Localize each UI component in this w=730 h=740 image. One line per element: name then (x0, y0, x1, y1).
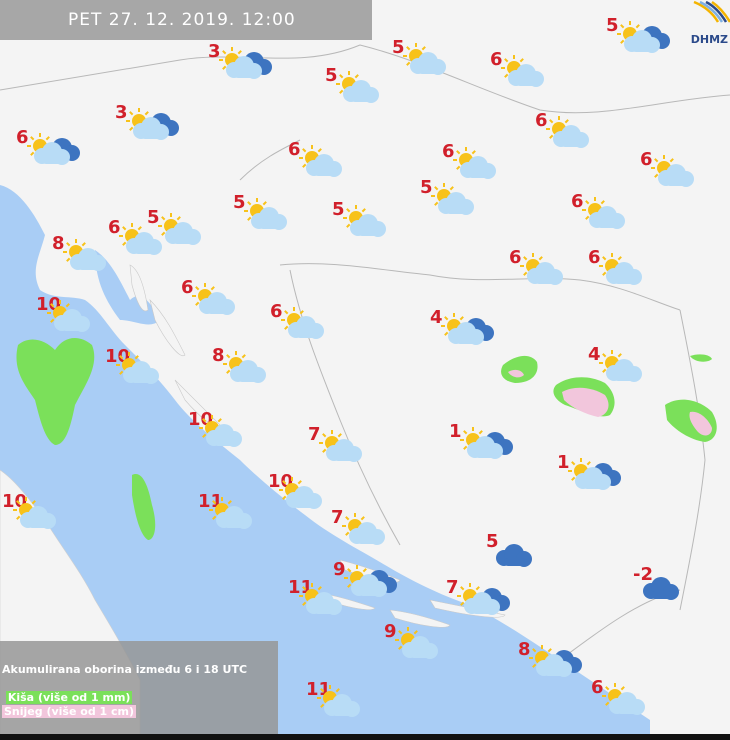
weather-icon (158, 213, 201, 245)
weather-icon (599, 350, 642, 382)
bottom-strip (0, 734, 730, 740)
weather-station: 7 (446, 578, 526, 618)
precipitation-legend: Akumulirana oborina između 6 i 18 UTC Ki… (0, 641, 278, 740)
weather-icon (223, 351, 266, 383)
legend-title: Akumulirana oborina između 6 i 18 UTC (2, 663, 248, 676)
weather-station: 10 (2, 492, 82, 532)
weather-icon (431, 183, 474, 215)
weather-station: 10 (36, 295, 116, 335)
weather-station: 5 (325, 66, 405, 106)
weather-station: 10 (105, 347, 185, 387)
weather-station: 8 (212, 346, 292, 386)
weather-icon (599, 253, 642, 285)
weather-station: 6 (490, 50, 570, 90)
weather-icon (126, 108, 179, 140)
weather-icon (209, 497, 252, 529)
weather-station: 5 (606, 16, 686, 56)
weather-icon (47, 300, 90, 332)
weather-station: 1 (449, 422, 529, 462)
legend-rain-label: Kiša (više od 1 mm) (5, 691, 133, 704)
weather-icon (582, 197, 625, 229)
weather-station: 8 (518, 640, 598, 680)
dhmz-logo-icon (693, 0, 730, 23)
weather-station: 5 (420, 178, 500, 218)
weather-station: 6 (442, 142, 522, 182)
weather-icon (279, 477, 322, 509)
weather-station: 3 (208, 42, 288, 82)
weather-icon (244, 198, 287, 230)
weather-icon (63, 239, 106, 271)
weather-icon (441, 313, 494, 345)
legend-snow-label: Snijeg (više od 1 cm) (2, 705, 137, 718)
weather-station: 9 (384, 622, 464, 662)
weather-station: 6 (640, 150, 720, 190)
weather-icon (299, 583, 342, 615)
weather-station: 5 (147, 208, 227, 248)
weather-icon (219, 47, 272, 79)
dhmz-logo: DHMZ (686, 0, 730, 52)
weather-station: 5 (486, 532, 566, 572)
weather-icon (395, 627, 438, 659)
weather-icon (192, 283, 235, 315)
weather-station: 6 (571, 192, 651, 232)
weather-icon (317, 685, 360, 717)
weather-station: 1 (557, 453, 637, 493)
weather-station: 5 (233, 193, 313, 233)
dhmz-logo-text: DHMZ (690, 33, 728, 46)
weather-icon (457, 583, 510, 615)
weather-icon (343, 205, 386, 237)
weather-station: 6 (509, 248, 589, 288)
weather-icon (496, 544, 532, 567)
weather-icon (403, 43, 446, 75)
weather-station: 7 (331, 508, 411, 548)
weather-icon (460, 427, 513, 459)
weather-icon (617, 21, 670, 53)
legend-rain: Kiša (više od 1 mm) (2, 691, 133, 704)
weather-station: 6 (535, 111, 615, 151)
weather-icon (336, 71, 379, 103)
weather-station: -2 (633, 565, 713, 605)
weather-station: 6 (588, 248, 668, 288)
weather-icon (651, 155, 694, 187)
weather-icon (116, 352, 159, 384)
date-time-header: PET 27. 12. 2019. 12:00 (0, 0, 372, 40)
weather-station: 10 (188, 410, 268, 450)
weather-station: 11 (306, 680, 386, 720)
weather-icon (602, 683, 645, 715)
weather-station: 10 (268, 472, 348, 512)
weather-icon (520, 253, 563, 285)
weather-icon (568, 458, 621, 490)
legend-snow: Snijeg (više od 1 cm) (2, 705, 137, 718)
weather-station: 5 (332, 200, 412, 240)
weather-station: 3 (115, 103, 195, 143)
weather-icon (319, 430, 362, 462)
weather-icon (27, 133, 80, 165)
weather-icon (643, 577, 679, 600)
weather-station: 6 (16, 128, 96, 168)
weather-station: 6 (181, 278, 261, 318)
weather-station: 4 (588, 345, 668, 385)
weather-icon (13, 497, 56, 529)
weather-icon (529, 645, 582, 677)
dark-cloud-icon (643, 577, 679, 600)
weather-station: 6 (591, 678, 671, 718)
dark-cloud-icon (496, 544, 532, 567)
weather-station: 6 (270, 302, 350, 342)
weather-icon (299, 145, 342, 177)
weather-station: 11 (288, 578, 368, 618)
weather-station: 6 (288, 140, 368, 180)
weather-icon (342, 513, 385, 545)
weather-station: 4 (430, 308, 510, 348)
weather-icon (501, 55, 544, 87)
weather-station: 7 (308, 425, 388, 465)
weather-icon (281, 307, 324, 339)
weather-station: 8 (52, 234, 132, 274)
weather-station: 11 (198, 492, 278, 532)
weather-icon (546, 116, 589, 148)
weather-icon (199, 415, 242, 447)
